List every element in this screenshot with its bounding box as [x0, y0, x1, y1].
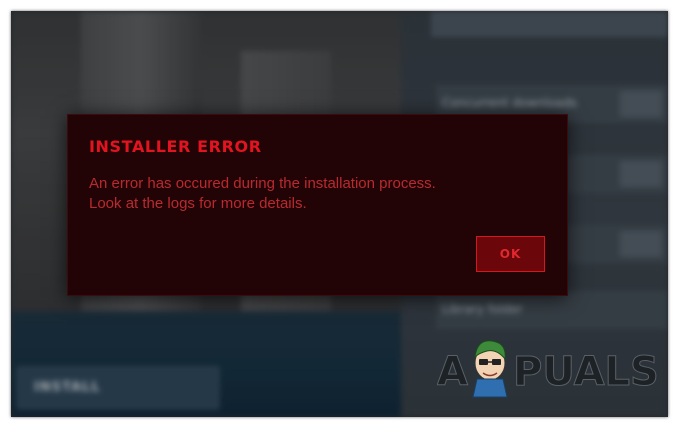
dialog-message: An error has occured during the installa… [89, 174, 436, 214]
appuals-watermark: A PUALS [437, 340, 659, 398]
ok-button[interactable]: OK [476, 236, 545, 272]
appuals-mascot-icon [472, 340, 508, 398]
dialog-message-line: Look at the logs for more details. [89, 195, 307, 212]
dialog-message-line: An error has occured during the installa… [89, 175, 436, 192]
dialog-title: INSTALLER ERROR [89, 137, 262, 156]
app-window: INSTALL Concurrent downloads Library fol… [11, 11, 668, 417]
watermark-letters: PUALS [513, 349, 659, 395]
installer-error-dialog: INSTALLER ERROR An error has occured dur… [67, 114, 568, 296]
watermark-letter: A [437, 349, 468, 395]
